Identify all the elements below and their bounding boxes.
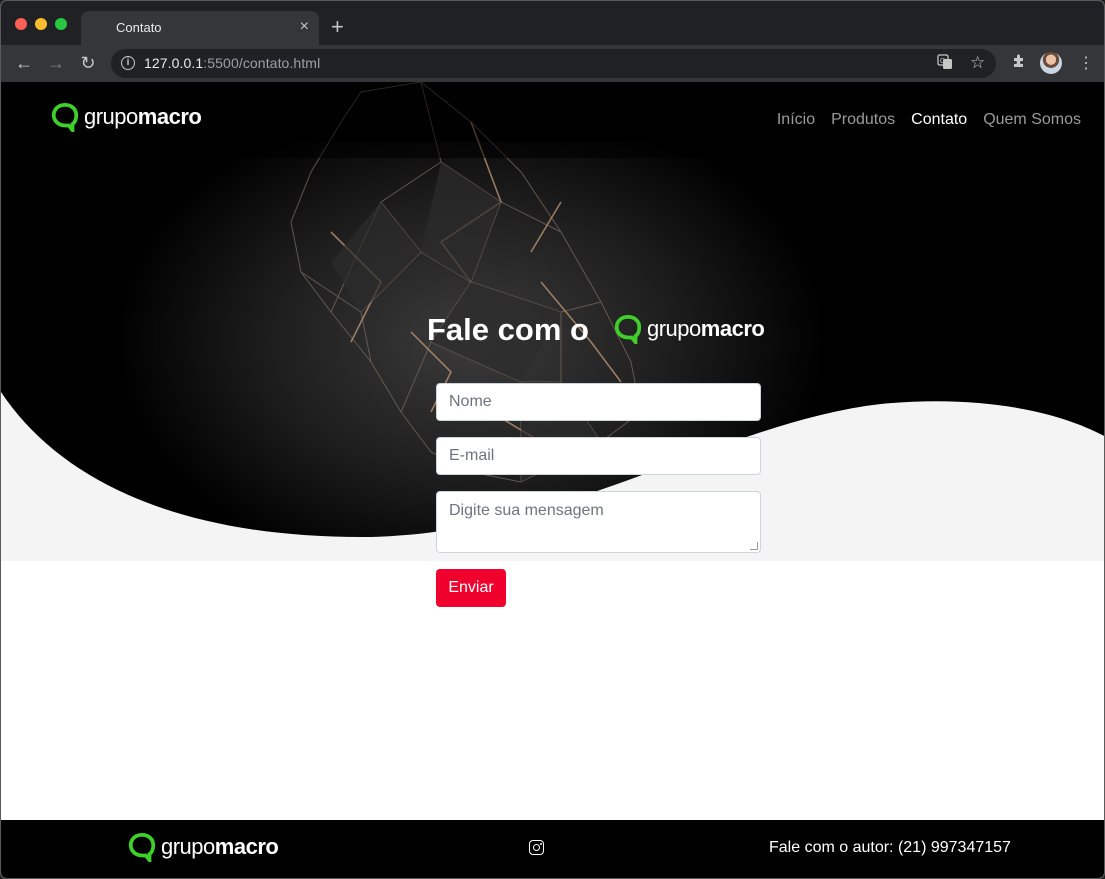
profile-avatar[interactable] [1040,52,1062,74]
navbar: grupomacro Início Produtos Contato Quem … [1,82,1104,158]
logo-prefix: grupo [161,834,215,859]
address-bar[interactable]: i 127.0.0.1:5500/contato.html G ☆ [111,49,996,78]
footer-contact-text: Fale com o autor: (21) 997347157 [769,839,1011,856]
maximize-window-button[interactable] [55,18,67,30]
minimize-window-button[interactable] [35,18,47,30]
message-placeholder: Digite sua mensagem [449,502,604,519]
close-window-button[interactable] [15,18,27,30]
page: grupomacro Início Produtos Contato Quem … [1,82,1104,878]
nav-link-produtos[interactable]: Produtos [831,111,895,129]
menu-icon[interactable]: ⋮ [1078,53,1094,73]
instagram-icon[interactable] [529,840,544,855]
browser-window: Contato × + ← → ↻ i 127.0.0.1:5500/conta… [0,0,1105,879]
tab-bar: Contato × + [1,1,1104,45]
logo-wordmark: grupomacro [647,316,765,342]
hero-logo: grupomacro [613,314,765,344]
nav-link-quem-somos[interactable]: Quem Somos [983,111,1081,129]
url-host: 127.0.0.1 [144,55,204,71]
url-text[interactable]: 127.0.0.1:5500/contato.html [144,55,320,71]
page-headline: Fale com o [427,312,589,347]
logo-prefix: grupo [647,316,701,341]
logo-suffix: macro [137,104,202,129]
close-tab-icon[interactable]: × [300,17,309,37]
nav-links: Início Produtos Contato Quem Somos [777,111,1081,129]
tab-contato[interactable]: Contato × [81,11,319,45]
contact-form: Nome E-mail Digite sua mensagem Enviar [436,383,761,607]
back-arrow-icon[interactable]: ← [12,52,36,74]
nav-link-contato[interactable]: Contato [911,111,967,129]
submit-button[interactable]: Enviar [436,569,506,607]
logo-q-icon [614,314,642,344]
info-icon[interactable]: i [121,56,135,70]
extensions-icon[interactable] [1011,53,1027,74]
footer-logo[interactable]: grupomacro [127,832,279,862]
logo-suffix: macro [700,316,765,341]
browser-toolbar: ← → ↻ i 127.0.0.1:5500/contato.html G ☆ … [1,45,1104,82]
resize-handle-icon[interactable] [750,542,758,550]
translate-icon[interactable]: G [937,54,953,74]
name-input[interactable]: Nome [436,383,761,421]
star-icon[interactable]: ☆ [970,53,985,73]
message-textarea[interactable]: Digite sua mensagem [436,491,761,553]
footer: grupomacro Fale com o autor: (21) 997347… [1,820,1104,878]
new-tab-button[interactable]: + [331,15,344,39]
url-path: :5500/contato.html [203,55,321,71]
logo-suffix: macro [214,834,279,859]
tab-title: Contato [116,20,162,35]
logo-wordmark: grupomacro [84,104,202,130]
forward-arrow-icon[interactable]: → [44,52,68,74]
logo-q-icon [128,832,156,862]
logo-prefix: grupo [84,104,138,129]
logo-q-icon [51,102,79,132]
svg-text:G: G [940,58,945,65]
logo-wordmark: grupomacro [161,834,279,860]
reload-icon[interactable]: ↻ [76,52,100,74]
nav-link-inicio[interactable]: Início [777,111,815,129]
email-input[interactable]: E-mail [436,437,761,475]
header-logo[interactable]: grupomacro [50,102,202,132]
